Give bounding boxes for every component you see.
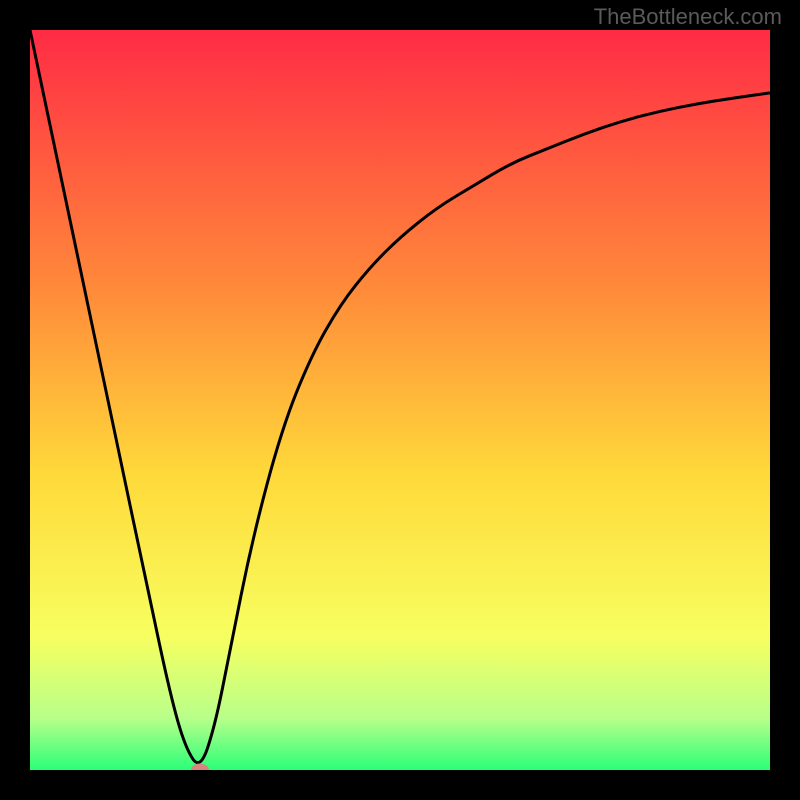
watermark-text: TheBottleneck.com bbox=[594, 4, 782, 30]
chart-area bbox=[30, 30, 770, 770]
optimal-point-marker bbox=[191, 764, 209, 771]
gradient-background bbox=[30, 30, 770, 770]
chart-svg bbox=[30, 30, 770, 770]
